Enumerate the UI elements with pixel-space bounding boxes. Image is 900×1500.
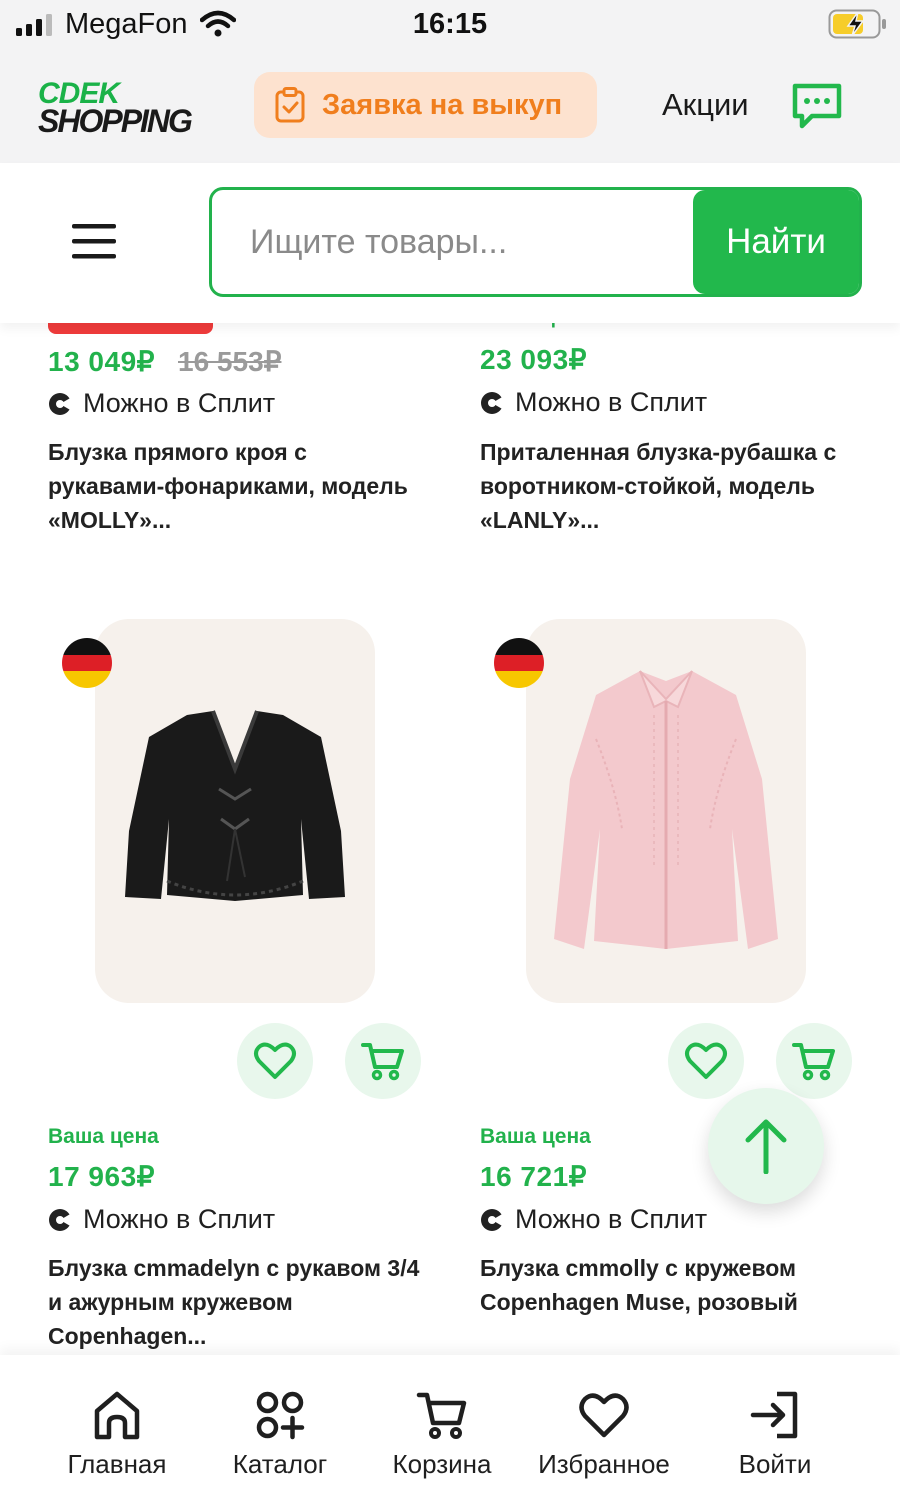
split-payment-info: Можно в Сплит — [48, 1204, 275, 1235]
nav-home[interactable]: Главная — [66, 1389, 168, 1480]
nav-favorites-label: Избранное — [538, 1449, 670, 1479]
clock: 16:15 — [412, 8, 488, 40]
cdek-shopping-logo[interactable]: CDEK SHOPPING — [38, 77, 198, 139]
split-icon — [49, 1208, 72, 1231]
black-blouse-image — [125, 710, 345, 901]
product-price: 16 721₽ — [480, 1161, 587, 1192]
nav-cart-label: Корзина — [392, 1449, 492, 1479]
hamburger-menu-icon[interactable] — [70, 221, 118, 261]
buyout-request-button[interactable]: Заявка на выкуп — [254, 72, 597, 138]
catalog-icon — [256, 1391, 305, 1440]
pink-blouse-image — [554, 670, 778, 949]
nav-login-label: Войти — [738, 1449, 812, 1479]
product-price: 13 049₽ — [48, 346, 155, 377]
promos-link[interactable]: Акции — [662, 87, 749, 123]
nav-catalog-label: Каталог — [232, 1449, 328, 1479]
product-title[interactable]: Блузка cmmadelyn с рукавом 3/4 и ажурным… — [48, 1251, 428, 1353]
your-price-label: Ваша цена — [48, 1125, 159, 1148]
heart-icon — [685, 1042, 727, 1079]
split-icon — [481, 391, 504, 414]
your-price-label: Ваша цена — [480, 1125, 591, 1148]
split-payment-info: Можно в Сплит — [48, 388, 275, 419]
product-title[interactable]: Блузка прямого кроя с рукавами-фонарикам… — [48, 435, 428, 537]
battery-charging-icon — [828, 9, 886, 39]
cart-icon — [361, 1043, 404, 1081]
top-header: CDEK SHOPPING Заявка на выкуп Акции — [0, 50, 900, 163]
arrow-up-icon — [745, 1119, 787, 1174]
germany-flag-icon — [494, 638, 544, 688]
add-to-favorites-button[interactable] — [668, 1023, 744, 1099]
add-to-cart-button[interactable] — [776, 1023, 852, 1099]
home-icon — [94, 1391, 140, 1440]
search-box: Найти — [209, 187, 862, 297]
nav-login[interactable]: Войти — [734, 1389, 816, 1480]
status-bar: MegaFon 16:15 — [0, 0, 900, 50]
split-payment-info: Можно в Сплит — [480, 1204, 707, 1235]
buyout-request-label: Заявка на выкуп — [322, 88, 563, 121]
split-label: Можно в Сплит — [83, 1204, 276, 1234]
product-title[interactable]: Блузка cmmolly с кружевом Copenhagen Mus… — [480, 1251, 860, 1319]
split-payment-info: Можно в Сплит — [480, 387, 707, 418]
cart-icon — [416, 1392, 467, 1439]
split-label: Можно в Сплит — [515, 387, 708, 417]
add-to-favorites-button[interactable] — [237, 1023, 313, 1099]
search-bar: Найти — [0, 163, 900, 323]
search-input[interactable] — [212, 190, 697, 294]
chat-icon[interactable] — [790, 82, 844, 130]
product-old-price: 16 553₽ — [178, 346, 282, 377]
scroll-to-top-button[interactable] — [708, 1088, 824, 1204]
logo-line-2: SHOPPING — [38, 103, 193, 139]
clipboard-check-icon — [275, 87, 305, 123]
add-to-cart-button[interactable] — [345, 1023, 421, 1099]
search-button[interactable]: Найти — [693, 190, 859, 294]
heart-icon — [254, 1042, 296, 1079]
app-screen: MegaFon 16:15 CDEK SHOPPING Заявка на вы… — [0, 0, 900, 1500]
heart-icon — [579, 1393, 629, 1438]
bottom-navigation: Главная Каталог Корзина Избранное Войти — [0, 1355, 900, 1500]
product-price: 23 093₽ — [480, 344, 587, 375]
germany-flag-icon — [62, 638, 112, 688]
product-title[interactable]: Приталенная блузка-рубашка с воротником-… — [480, 435, 860, 537]
nav-cart[interactable]: Корзина — [385, 1389, 499, 1480]
split-label: Можно в Сплит — [515, 1204, 708, 1234]
product-image[interactable] — [95, 619, 375, 1003]
split-icon — [49, 392, 72, 415]
product-price: 17 963₽ — [48, 1161, 155, 1192]
split-icon — [481, 1208, 504, 1231]
cart-icon — [792, 1043, 835, 1081]
nav-home-label: Главная — [67, 1449, 167, 1479]
split-label: Можно в Сплит — [83, 388, 276, 418]
product-image[interactable] — [526, 619, 806, 1003]
nav-catalog[interactable]: Каталог — [227, 1389, 333, 1480]
login-icon — [750, 1391, 798, 1439]
nav-favorites[interactable]: Избранное — [530, 1389, 678, 1480]
